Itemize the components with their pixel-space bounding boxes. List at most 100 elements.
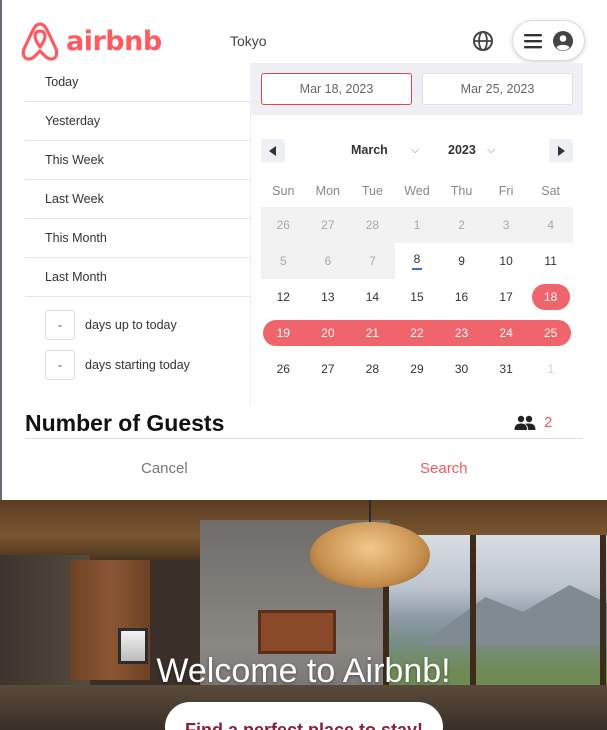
day-number: 30 [454, 362, 469, 376]
preset-last-week[interactable]: Last Week [25, 180, 250, 219]
calendar-day-in-range[interactable]: 21 [350, 315, 395, 351]
day-number: 17 [499, 290, 513, 304]
calendar-day[interactable]: 15 [395, 279, 440, 315]
calendar-day[interactable]: 30 [439, 351, 484, 387]
calendar-week: 5 6 7 8 9 10 11 [261, 243, 573, 279]
calendar-day-next-month[interactable]: 1 [528, 351, 573, 387]
calendar-day[interactable]: 12 [261, 279, 306, 315]
calendar-week: 26 27 28 1 2 3 4 [261, 207, 573, 243]
calendar-day-today[interactable]: 8 [395, 243, 440, 279]
day-number: 21 [365, 326, 380, 340]
find-place-button[interactable]: Find a perfect place to stay! [165, 702, 443, 730]
day-number: 13 [321, 290, 335, 304]
preset-this-week[interactable]: This Week [25, 141, 250, 180]
day-number: 24 [499, 326, 513, 340]
calendar-day-range-start[interactable]: 18 [528, 279, 573, 315]
calendar-navigation: March ⌵ 2023 ⌵ [261, 139, 573, 163]
preset-yesterday[interactable]: Yesterday [25, 102, 250, 141]
user-avatar-icon [552, 30, 573, 51]
guests-count-value: 2 [544, 414, 553, 431]
window-edge [0, 0, 2, 500]
day-number: 6 [324, 254, 332, 268]
calendar-day: 1 [394, 207, 440, 243]
day-number: 16 [454, 290, 469, 304]
preset-last-month[interactable]: Last Month [25, 258, 250, 297]
day-number: 26 [276, 218, 290, 232]
day-number: 28 [365, 362, 380, 376]
year-select[interactable]: 2023 [448, 143, 476, 157]
calendar-day[interactable]: 11 [528, 243, 573, 279]
range-days-up-to-today: - days up to today [25, 305, 250, 345]
weekday-label: Sat [541, 184, 561, 198]
calendar-day[interactable]: 26 [261, 351, 306, 387]
days-up-to-today-input[interactable]: - [45, 310, 75, 340]
caret-right-icon [558, 145, 565, 156]
globe-icon[interactable] [471, 29, 495, 53]
days-up-to-today-label: days up to today [85, 318, 177, 332]
calendar-day: 3 [483, 207, 529, 243]
calendar-day[interactable]: 28 [350, 351, 395, 387]
calendar-day[interactable]: 29 [395, 351, 440, 387]
hero-image-picture [258, 610, 336, 654]
calendar-day-in-range[interactable]: 24 [484, 315, 529, 351]
caret-left-icon [269, 145, 276, 156]
guests-counter[interactable]: 2 [514, 414, 552, 431]
day-number: 14 [365, 290, 380, 304]
calendar-week-selected: 19 20 21 22 23 24 25 [261, 315, 573, 351]
calendar-grid: Sun Mon Tue Wed Thu Fri Sat 26 27 28 1 2… [261, 175, 573, 387]
location-text[interactable]: Tokyo [230, 33, 267, 49]
calendar-day-in-range[interactable]: 19 [261, 315, 306, 351]
weekday-label: Thu [450, 184, 473, 198]
calendar-day-in-range[interactable]: 22 [395, 315, 440, 351]
days-starting-today-label: days starting today [85, 358, 190, 372]
weekday-header: Sun Mon Tue Wed Thu Fri Sat [261, 175, 573, 207]
calendar-day[interactable]: 14 [350, 279, 395, 315]
preset-today[interactable]: Today [25, 63, 250, 102]
prev-month-button[interactable] [261, 139, 285, 162]
day-number: 15 [410, 290, 424, 304]
day-number: 3 [502, 218, 510, 232]
start-date-input[interactable]: Mar 18, 2023 [261, 73, 412, 105]
calendar-day[interactable]: 9 [439, 243, 484, 279]
calendar-day[interactable]: 13 [306, 279, 351, 315]
day-number: 25 [543, 326, 558, 340]
logo[interactable]: airbnb [20, 20, 162, 62]
year-chevron-down-icon[interactable]: ⌵ [487, 144, 495, 157]
people-icon [514, 415, 536, 430]
calendar-day[interactable]: 10 [484, 243, 529, 279]
cancel-button[interactable]: Cancel [141, 460, 188, 477]
day-number: 26 [276, 362, 290, 376]
month-chevron-down-icon[interactable]: ⌵ [411, 144, 419, 157]
weekday-label: Fri [498, 184, 514, 198]
calendar-day-in-range[interactable]: 23 [439, 315, 484, 351]
calendar-day: 27 [305, 207, 351, 243]
day-number: 29 [410, 362, 424, 376]
calendar-day[interactable]: 27 [306, 351, 351, 387]
calendar-day-range-end[interactable]: 25 [528, 315, 573, 351]
header: airbnb Tokyo [0, 0, 607, 70]
date-range-inputs: Mar 18, 2023 Mar 25, 2023 [251, 63, 583, 115]
weekday-label: Mon [315, 184, 340, 198]
calendar-day[interactable]: 17 [484, 279, 529, 315]
preset-this-month[interactable]: This Month [25, 219, 250, 258]
calendar-day: 2 [439, 207, 484, 243]
day-number: 20 [321, 326, 335, 340]
calendar-day[interactable]: 16 [439, 279, 484, 315]
next-month-button[interactable] [549, 139, 573, 162]
end-date-input[interactable]: Mar 25, 2023 [422, 73, 573, 105]
day-number: 7 [369, 254, 376, 268]
day-number: 4 [547, 218, 554, 232]
day-number: 27 [321, 362, 335, 376]
search-button[interactable]: Search [420, 460, 468, 477]
days-starting-today-input[interactable]: - [45, 350, 75, 380]
range-days-starting-today: - days starting today [25, 345, 250, 385]
hero-image-lamp-cord [369, 500, 371, 524]
day-number: 27 [321, 218, 335, 232]
user-menu-button[interactable] [512, 20, 585, 61]
calendar-day[interactable]: 31 [484, 351, 529, 387]
calendar-day-in-range[interactable]: 20 [306, 315, 351, 351]
calendar-day: 4 [528, 207, 573, 243]
day-number: 1 [413, 218, 421, 232]
month-select[interactable]: March [351, 143, 388, 157]
day-number: 5 [279, 254, 287, 268]
